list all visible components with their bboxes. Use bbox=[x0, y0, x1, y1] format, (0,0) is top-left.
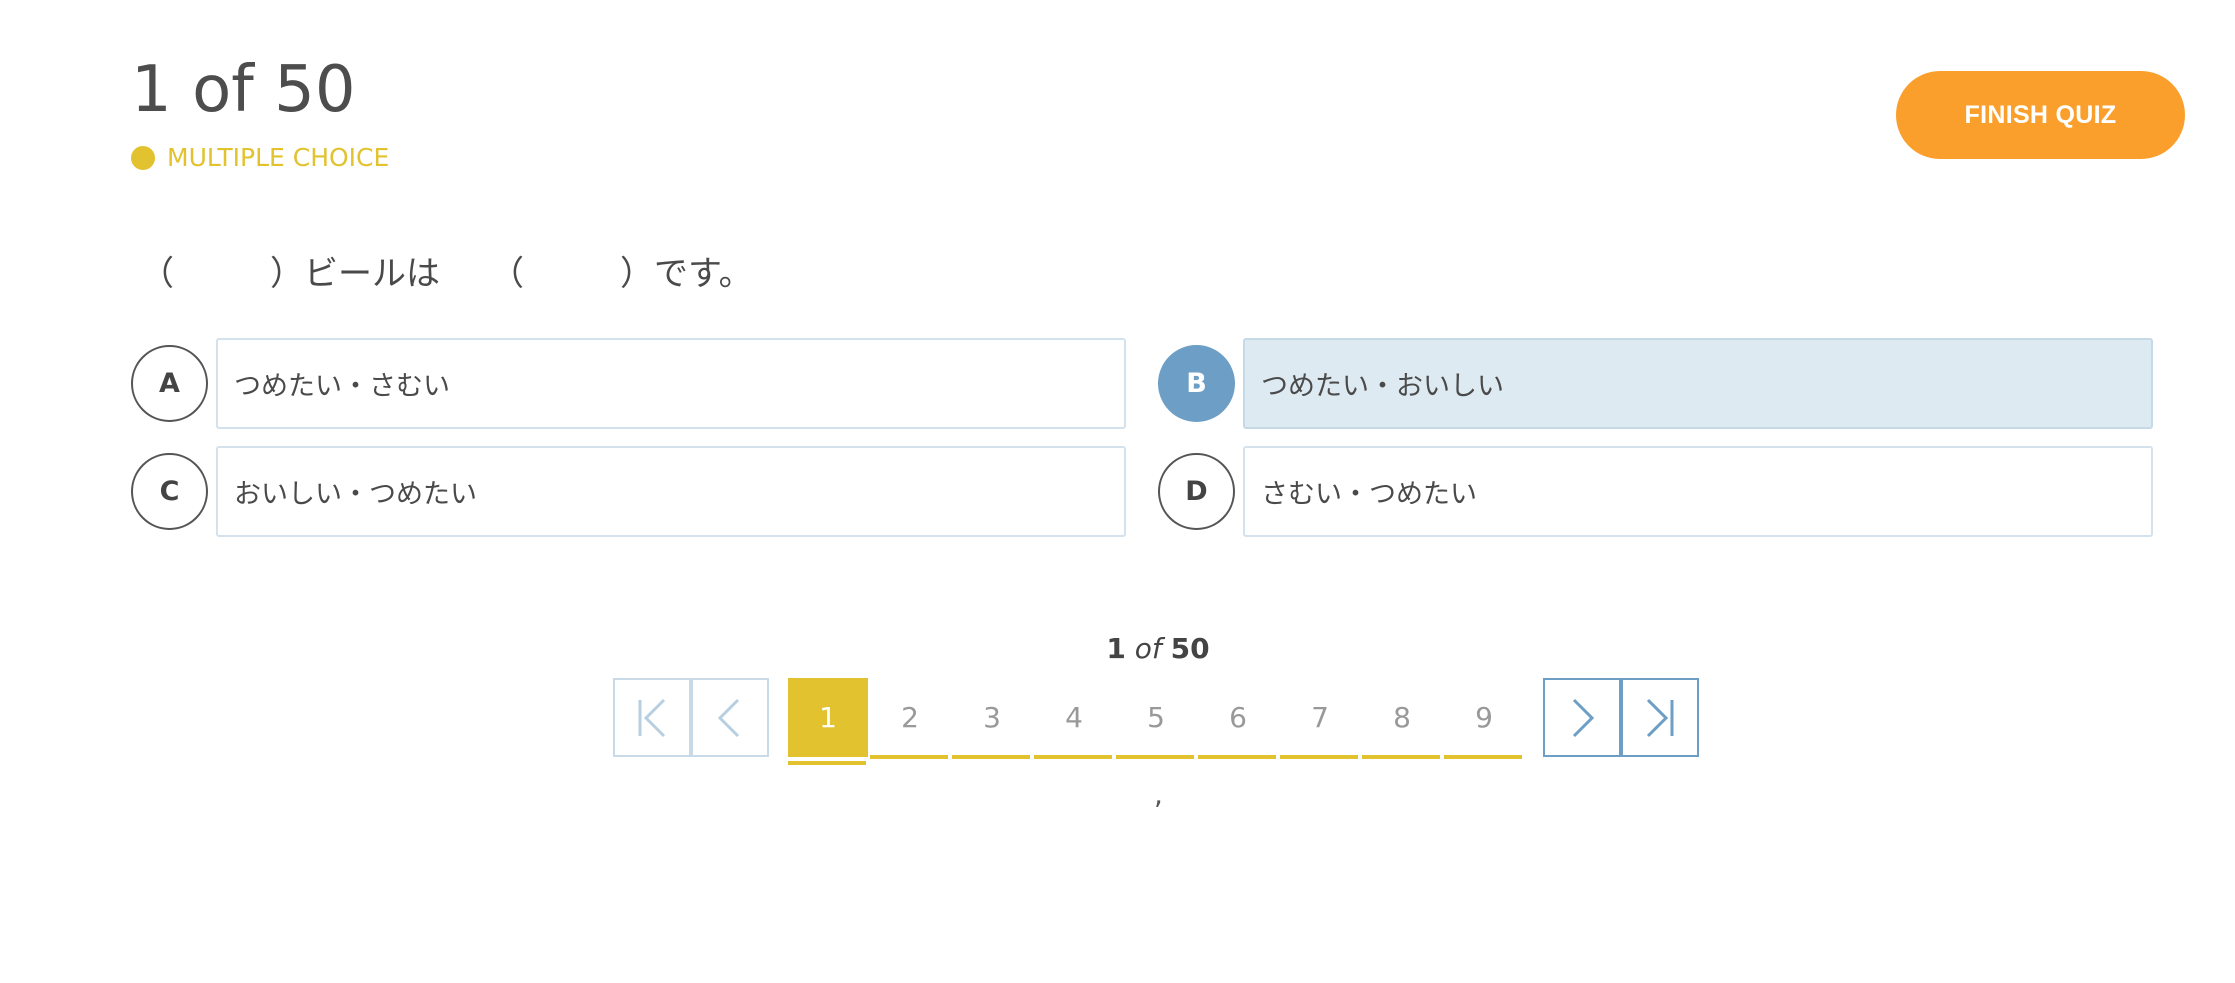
page-number-label: 9 bbox=[1475, 701, 1493, 734]
page-number-label: 2 bbox=[901, 701, 919, 734]
page-number-button[interactable]: 8 bbox=[1362, 678, 1442, 759]
finish-quiz-button[interactable]: FINISH QUIZ bbox=[1896, 71, 2185, 159]
page-number-label: 1 bbox=[819, 701, 837, 734]
pagination-label: 1 of 50 bbox=[0, 632, 2235, 665]
question-middle-text: ビールは bbox=[304, 254, 440, 294]
page-number-label: 6 bbox=[1229, 701, 1247, 734]
question-close-paren-2: ） bbox=[620, 254, 654, 294]
pagination-current: 1 bbox=[1106, 632, 1126, 665]
page-number-underline bbox=[870, 755, 948, 759]
page-number-label: 5 bbox=[1147, 701, 1165, 734]
answer-option-b[interactable]: B つめたい・おいしい bbox=[1158, 338, 2153, 429]
option-text-box[interactable]: つめたい・さむい bbox=[216, 338, 1126, 429]
page-number-underline bbox=[1280, 755, 1358, 759]
option-letter-circle[interactable]: D bbox=[1158, 453, 1235, 530]
first-page-button[interactable] bbox=[613, 678, 691, 757]
last-page-button[interactable] bbox=[1621, 678, 1699, 757]
quiz-page: 1 of 50 MULTIPLE CHOICE FINISH QUIZ （ ） … bbox=[0, 0, 2235, 983]
question-type-dot-icon bbox=[131, 146, 155, 170]
page-number-underline bbox=[1116, 755, 1194, 759]
question-open-paren-2: （ bbox=[490, 254, 524, 294]
page-number-underline bbox=[1198, 755, 1276, 759]
page-number-underline bbox=[788, 761, 866, 765]
page-number-label: 8 bbox=[1393, 701, 1411, 734]
next-page-button[interactable] bbox=[1543, 678, 1621, 757]
pagination-total: 50 bbox=[1170, 632, 1210, 665]
page-number-button[interactable]: 4 bbox=[1034, 678, 1114, 759]
page-number-button[interactable]: 7 bbox=[1280, 678, 1360, 759]
question-counter-title: 1 of 50 bbox=[131, 53, 356, 127]
question-type-label: MULTIPLE CHOICE bbox=[167, 143, 390, 172]
page-number-label: 3 bbox=[983, 701, 1001, 734]
answer-option-a[interactable]: A つめたい・さむい bbox=[131, 338, 1126, 429]
page-number-underline bbox=[1444, 755, 1522, 759]
question-open-paren-1: （ bbox=[140, 254, 174, 294]
question-text: （ ） ビールは （ ） です。 bbox=[140, 246, 753, 295]
footer-mark: , bbox=[1154, 778, 1163, 811]
option-letter-circle[interactable]: C bbox=[131, 453, 208, 530]
question-end-text: です。 bbox=[654, 254, 753, 294]
answer-option-c[interactable]: C おいしい・つめたい bbox=[131, 446, 1126, 537]
option-letter-circle[interactable]: B bbox=[1158, 345, 1235, 422]
last-page-icon bbox=[1646, 698, 1674, 737]
chevron-right-icon bbox=[1572, 698, 1595, 737]
page-number-underline bbox=[1362, 755, 1440, 759]
page-number-label: 4 bbox=[1065, 701, 1083, 734]
page-number-label: 7 bbox=[1311, 701, 1329, 734]
option-text-box[interactable]: つめたい・おいしい bbox=[1243, 338, 2153, 429]
page-number-button[interactable]: 3 bbox=[952, 678, 1032, 759]
chevron-left-icon bbox=[717, 698, 740, 737]
page-number-button[interactable]: 6 bbox=[1198, 678, 1278, 759]
option-text-box[interactable]: さむい・つめたい bbox=[1243, 446, 2153, 537]
page-number-underline bbox=[1034, 755, 1112, 759]
pagination-of: of bbox=[1134, 632, 1162, 665]
option-letter-circle[interactable]: A bbox=[131, 345, 208, 422]
page-number-underline bbox=[952, 755, 1030, 759]
page-number-button[interactable]: 2 bbox=[870, 678, 950, 759]
page-number-button[interactable]: 9 bbox=[1444, 678, 1524, 759]
page-number-button[interactable]: 1 bbox=[788, 678, 868, 765]
question-close-paren-1: ） bbox=[270, 254, 304, 294]
page-number-button[interactable]: 5 bbox=[1116, 678, 1196, 759]
question-type-indicator: MULTIPLE CHOICE bbox=[131, 144, 389, 172]
first-page-icon bbox=[638, 698, 666, 737]
previous-page-button[interactable] bbox=[691, 678, 769, 757]
option-text-box[interactable]: おいしい・つめたい bbox=[216, 446, 1126, 537]
answer-option-d[interactable]: D さむい・つめたい bbox=[1158, 446, 2153, 537]
